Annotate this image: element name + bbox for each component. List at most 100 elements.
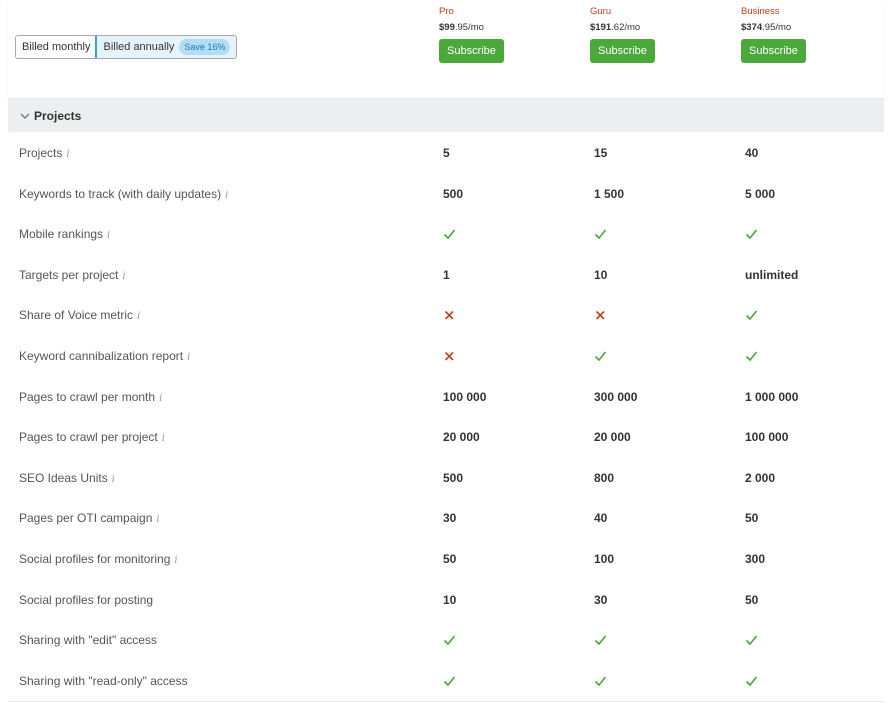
feature-label: Targets per project i [19, 268, 126, 282]
cell-pro: 500 [443, 470, 464, 485]
plan-price: $99.95/mo [439, 22, 484, 33]
pricing-table: Billed monthly Billed annually Save 16% … [8, 0, 884, 703]
cell-pro: 20 000 [443, 430, 480, 445]
info-icon[interactable]: i [174, 555, 177, 566]
feature-label-text: Sharing with "read-only" access [19, 673, 188, 688]
cell-business: unlimited [745, 267, 799, 282]
cell-guru: 40 [594, 511, 608, 526]
info-icon[interactable]: i [107, 230, 110, 241]
cell-guru: 15 [594, 146, 608, 160]
feature-label: Pages to crawl per project i [19, 430, 165, 444]
check-icon [745, 676, 758, 686]
cell-pro: 1 [443, 267, 450, 282]
info-icon[interactable]: i [225, 190, 228, 201]
plan-price: $374.95/mo [741, 22, 792, 33]
info-icon[interactable]: i [187, 352, 190, 363]
info-icon[interactable]: i [137, 311, 140, 322]
table-row: Social profiles for posting 10 30 50 [8, 580, 884, 621]
section-header-projects[interactable]: Projects [8, 99, 884, 132]
save-badge: Save 16% [179, 39, 231, 55]
feature-label-text: Social profiles for posting [19, 592, 154, 607]
feature-label: Sharing with "edit" access [19, 633, 157, 647]
feature-label-text: Keywords to track (with daily updates) [19, 186, 222, 201]
cell-business: 300 [745, 551, 766, 566]
billed-monthly-option[interactable]: Billed monthly [16, 36, 97, 58]
feature-label-text: Projects [19, 146, 63, 160]
table-row: Share of Voice metric i [8, 295, 884, 336]
feature-label: SEO Ideas Units i [19, 471, 115, 485]
billed-annually-label: Billed annually [103, 41, 175, 53]
cell-guru: 20 000 [594, 430, 631, 445]
feature-label-text: Pages to crawl per project [19, 430, 158, 445]
subscribe-button-guru[interactable]: Subscribe [590, 39, 655, 63]
feature-label: Social profiles for monitoring i [19, 552, 178, 566]
cell-guru: 800 [594, 470, 615, 485]
check-icon [745, 635, 758, 646]
cell-guru: 1 500 [594, 186, 625, 201]
table-row: Sharing with "read-only" access [8, 661, 884, 702]
feature-label-text: Social profiles for monitoring [19, 551, 171, 566]
cell-pro: 50 [443, 551, 457, 566]
table-row: Mobile rankings i [8, 214, 884, 255]
billed-annually-option[interactable]: Billed annually Save 16% [95, 36, 237, 58]
feature-label-text: Share of Voice metric [19, 308, 134, 323]
check-icon [594, 676, 607, 686]
check-icon [443, 229, 456, 240]
cross-icon [595, 311, 605, 320]
cell-business: 50 [745, 592, 759, 607]
plan-business: Business $374.95/mo Subscribe [741, 6, 806, 63]
check-icon [745, 310, 758, 321]
cell-pro: 100 000 [443, 389, 487, 404]
cross-icon [444, 351, 454, 361]
cell-business: 5 000 [745, 186, 776, 201]
table-row: SEO Ideas Units i 500 800 2 000 [8, 458, 884, 499]
cell-pro: 5 [443, 146, 450, 160]
cell-guru: 30 [594, 592, 608, 607]
plan-guru: Guru $191.62/mo Subscribe [590, 6, 655, 63]
feature-label-text: Pages to crawl per month [19, 389, 156, 404]
cross-icon [444, 311, 454, 320]
feature-rows: Projects i 5 15 40 Keywords to track (with da… [8, 133, 884, 701]
info-icon[interactable]: i [162, 433, 165, 444]
feature-label-text: Keyword cannibalization report [19, 348, 184, 363]
table-row: Pages to crawl per month i 100 000 300 000 1… [8, 377, 884, 418]
check-icon [443, 676, 456, 686]
feature-label: Pages per OTI campaign i [19, 511, 160, 525]
feature-label: Mobile rankings i [19, 227, 110, 241]
cell-business: 100 000 [745, 430, 789, 445]
feature-label: Share of Voice metric i [19, 308, 140, 322]
plan-name: Guru [590, 6, 612, 17]
cell-pro: 30 [443, 511, 457, 526]
feature-label-text: Pages per OTI campaign [19, 511, 153, 526]
table-row: Targets per project i 1 10 unlimited [8, 255, 884, 296]
info-icon[interactable]: i [66, 149, 69, 160]
info-icon[interactable]: i [112, 474, 115, 485]
cell-guru: 100 [594, 551, 615, 566]
feature-label: Social profiles for posting [19, 593, 153, 607]
cell-guru: 300 000 [594, 389, 638, 404]
check-icon [594, 635, 607, 646]
table-row: Sharing with "edit" access [8, 620, 884, 661]
feature-label-text: Mobile rankings [19, 227, 104, 242]
info-icon[interactable]: i [122, 271, 125, 282]
feature-label: Keywords to track (with daily updates) i [19, 187, 228, 201]
feature-label: Pages to crawl per month i [19, 390, 162, 404]
info-icon[interactable]: i [159, 393, 162, 404]
table-row: Pages per OTI campaign i 30 40 50 [8, 498, 884, 539]
info-icon[interactable]: i [156, 514, 159, 525]
divider [8, 701, 884, 702]
plan-name: Business [741, 6, 780, 17]
subscribe-button-pro[interactable]: Subscribe [439, 39, 504, 63]
feature-label-text: SEO Ideas Units [19, 470, 108, 485]
cell-pro: 500 [443, 186, 464, 201]
cell-guru: 10 [594, 267, 608, 282]
check-icon [594, 351, 607, 362]
check-icon [443, 635, 456, 646]
cell-business: 40 [745, 146, 759, 160]
check-icon [745, 351, 758, 362]
cell-business: 1 000 000 [745, 389, 799, 404]
cell-pro: 10 [443, 592, 457, 607]
plan-pro: Pro $99.95/mo Subscribe [439, 6, 504, 63]
subscribe-button-business[interactable]: Subscribe [741, 39, 806, 63]
check-icon [594, 229, 607, 240]
